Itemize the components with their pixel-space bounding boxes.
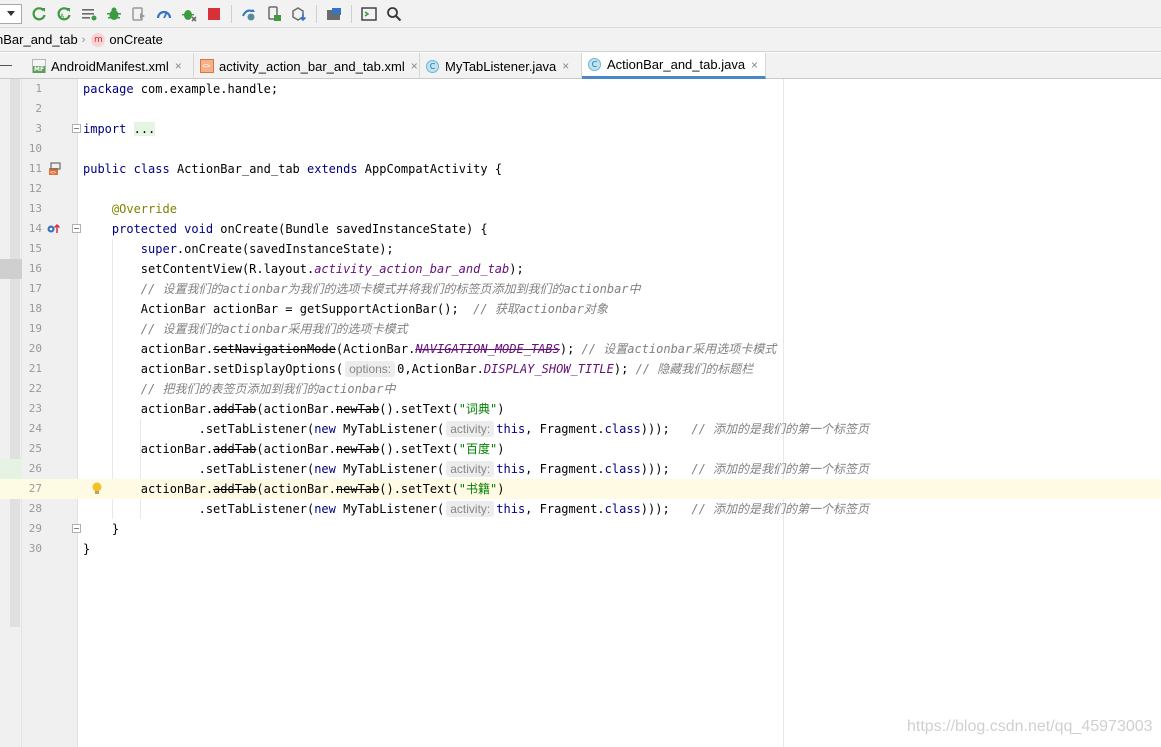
code-line-2: 2	[35, 102, 42, 115]
gauge-icon[interactable]	[156, 6, 172, 22]
code-line-1: 1 package com.example.handle;	[35, 82, 279, 96]
close-icon[interactable]: ×	[751, 58, 758, 72]
code-line-15: 15 super.onCreate(savedInstanceState);	[28, 242, 394, 256]
sdk-download-icon[interactable]	[291, 6, 307, 22]
breadcrumb: nBar_and_tab › m onCreate	[0, 28, 1161, 52]
fold-toggle-icon[interactable]	[72, 124, 81, 133]
code-line-28: 28 .setTabListener(new MyTabListener(act…	[28, 501, 870, 517]
code-line-18: 18 ActionBar actionBar = getSupportActio…	[28, 302, 608, 316]
code-line-14: 14 protected void onCreate(Bundle savedI…	[28, 222, 488, 236]
code-line-13: 13 @Override	[28, 202, 177, 216]
toolbar-separator	[351, 4, 352, 23]
tab-mytablistener-java[interactable]: C MyTabListener.java ×	[420, 53, 582, 79]
folded-imports[interactable]: ...	[133, 122, 156, 136]
java-class-icon: C	[426, 59, 439, 73]
code-line-19: 19 // 设置我们的actionbar采用我们的选项卡模式	[28, 322, 408, 336]
xml-layout-file-icon: <>	[200, 59, 214, 73]
manifest-file-icon: MF	[32, 59, 46, 73]
code-line-27: 27 actionBar.addTab(actionBar.newTab().s…	[0, 479, 1161, 499]
fold-toggle-icon[interactable]	[72, 224, 81, 233]
code-line-20: 20 actionBar.setNavigationMode(ActionBar…	[28, 342, 777, 356]
tab-label: ActionBar_and_tab.java	[607, 57, 746, 72]
run-sync-icon[interactable]	[31, 6, 47, 22]
code-line-17: 17 // 设置我们的actionbar为我们的选项卡模式并将我们的标签页添加到…	[28, 282, 641, 296]
tab-actionbar-and-tab-java[interactable]: C ActionBar_and_tab.java ×	[582, 53, 766, 79]
parameter-hint: activity:	[446, 501, 495, 517]
breadcrumb-method[interactable]: onCreate	[109, 32, 162, 47]
terminal-icon[interactable]	[361, 6, 377, 22]
run-config-dropdown[interactable]	[0, 3, 22, 24]
java-class-icon: C	[588, 58, 601, 71]
parameter-hint: options:	[345, 361, 396, 377]
chevron-right-icon: ›	[81, 33, 86, 46]
main-toolbar: A	[0, 0, 1161, 28]
code-line-16: 16 setContentView(R.layout.activity_acti…	[28, 262, 524, 276]
close-icon[interactable]: ×	[411, 59, 418, 73]
code-line-3: 3 import ...	[35, 122, 156, 136]
debug-icon[interactable]	[106, 6, 122, 22]
toolbar-separator	[231, 4, 232, 23]
code-line-29: 29 }	[28, 522, 120, 536]
search-icon[interactable]	[386, 6, 402, 22]
coverage-list-icon[interactable]	[81, 6, 97, 22]
close-icon[interactable]: ×	[562, 59, 569, 73]
breadcrumb-class[interactable]: nBar_and_tab	[0, 32, 78, 47]
chevron-down-icon	[6, 11, 15, 16]
structure-icon[interactable]	[326, 6, 342, 22]
sync-gradle-icon[interactable]	[241, 6, 257, 22]
override-method-icon[interactable]	[47, 223, 61, 235]
collapse-icon[interactable]	[0, 65, 12, 66]
code-line-30: 30 }	[28, 542, 91, 556]
device-file-icon[interactable]	[266, 5, 282, 22]
parameter-hint: activity:	[446, 461, 495, 477]
profile-icon[interactable]	[131, 6, 147, 22]
close-icon[interactable]: ×	[175, 59, 182, 73]
editor-tabbar: MF AndroidManifest.xml × <> activity_act…	[0, 53, 1161, 79]
code-line-11: 11 <> public class ActionBar_and_tab ext…	[28, 162, 503, 176]
code-line-24: 24 .setTabListener(new MyTabListener(act…	[28, 421, 870, 437]
code-editor[interactable]: 1 package com.example.handle; 2 3 import…	[0, 79, 1161, 747]
code-line-12: 12	[28, 182, 42, 195]
code-line-10: 10	[28, 142, 42, 155]
layout-link-icon[interactable]: <>	[48, 162, 62, 176]
tab-label: AndroidManifest.xml	[51, 58, 169, 74]
tab-android-manifest[interactable]: MF AndroidManifest.xml ×	[26, 53, 194, 79]
stop-icon[interactable]	[206, 6, 222, 22]
tab-activity-layout-xml[interactable]: <> activity_action_bar_and_tab.xml ×	[194, 53, 420, 79]
code-line-22: 22 // 把我们的表签页添加到我们的actionbar中	[28, 382, 396, 396]
watermark-text: https://blog.csdn.net/qq_45973003	[907, 718, 1153, 735]
tab-label: activity_action_bar_and_tab.xml	[219, 58, 405, 74]
parameter-hint: activity:	[446, 421, 495, 437]
code-line-25: 25 actionBar.addTab(actionBar.newTab().s…	[28, 442, 505, 456]
toolbar-separator	[316, 4, 317, 23]
rerun-icon[interactable]: A	[56, 6, 72, 22]
code-line-23: 23 actionBar.addTab(actionBar.newTab().s…	[28, 402, 505, 416]
attach-debugger-icon[interactable]	[181, 6, 197, 22]
fold-toggle-icon[interactable]	[72, 524, 81, 533]
code-line-26: 26 .setTabListener(new MyTabListener(act…	[28, 461, 870, 477]
svg-text:<>: <>	[50, 170, 56, 176]
tab-label: MyTabListener.java	[445, 58, 557, 74]
code-line-21: 21 actionBar.setDisplayOptions(options: 0…	[28, 361, 754, 377]
method-icon: m	[91, 32, 106, 47]
